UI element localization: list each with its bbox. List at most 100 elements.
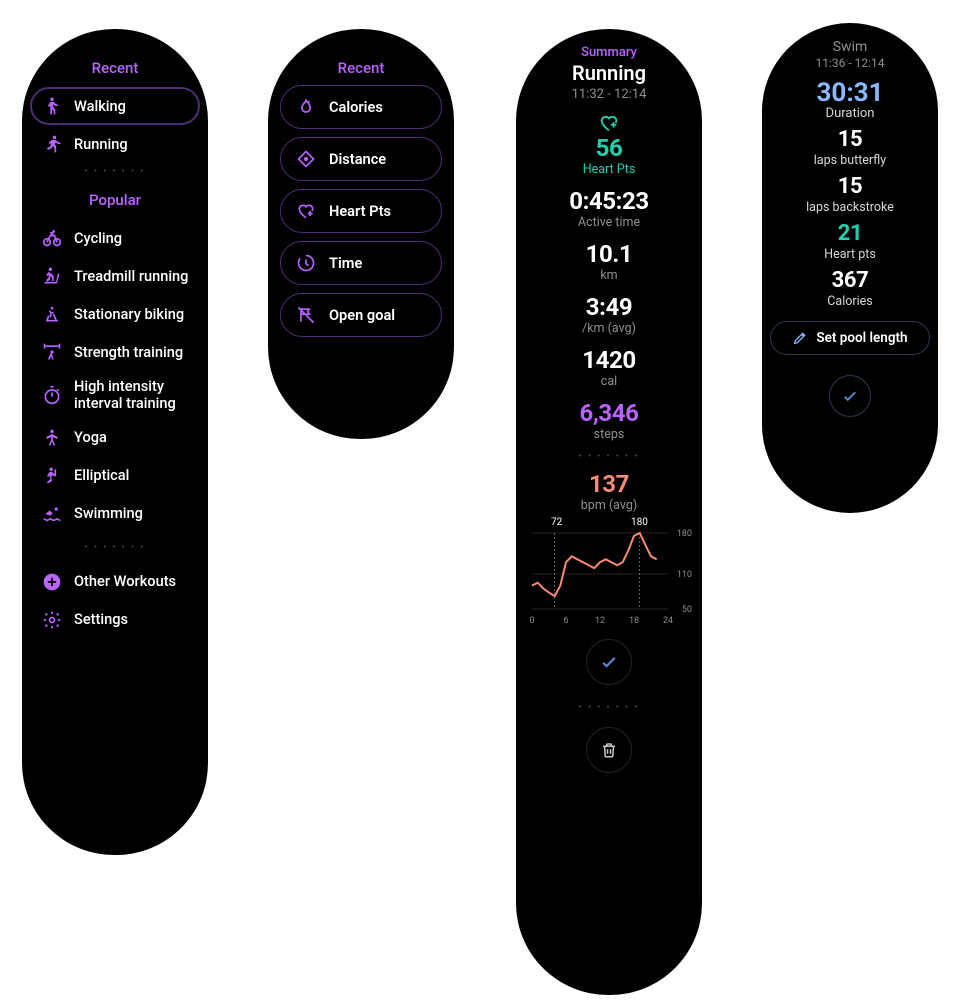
goal-chip-calories[interactable]: Calories	[280, 85, 442, 129]
activity-label: Swimming	[74, 505, 190, 522]
activity-picker-band: Recent Walking Running • • • • • • • Pop…	[22, 29, 208, 855]
activity-item-treadmill[interactable]: Treadmill running	[22, 257, 208, 295]
stat-label: bpm (avg)	[516, 498, 702, 513]
goal-picker-band: Recent Calories Distance Heart Pts Time …	[268, 29, 454, 439]
heart-pts-icon	[516, 112, 702, 134]
goal-chip-heartpts[interactable]: Heart Pts	[280, 189, 442, 233]
chart-max-label: 180	[631, 517, 648, 528]
activity-label: Walking	[74, 98, 190, 115]
stat-label: cal	[516, 374, 702, 389]
activity-item-strength[interactable]: Strength training	[22, 333, 208, 371]
set-pool-length-label: Set pool length	[816, 331, 907, 346]
summary-label: Summary	[516, 45, 702, 60]
stat-value: 1420	[516, 348, 702, 372]
duration-label: Duration	[762, 106, 938, 121]
goal-label: Open goal	[329, 306, 395, 324]
stat-value: 15	[762, 129, 938, 151]
goal-label: Heart Pts	[329, 202, 391, 220]
activity-item-yoga[interactable]: Yoga	[22, 419, 208, 457]
stat-heart-pts: 21 Heart pts	[762, 223, 938, 262]
goal-chip-open[interactable]: Open goal	[280, 293, 442, 337]
stat-value: 15	[762, 176, 938, 198]
settings-button[interactable]: Settings	[22, 601, 208, 639]
recent-header: Recent	[268, 59, 454, 77]
stationary-bike-icon	[40, 302, 64, 326]
walking-icon	[40, 94, 64, 118]
pencil-icon	[792, 330, 808, 346]
running-icon	[40, 132, 64, 156]
activity-item-hiit[interactable]: High intensity interval training	[22, 371, 208, 419]
divider-dots: • • • • • • •	[516, 452, 702, 462]
svg-text:18: 18	[629, 616, 639, 625]
time-range: 11:32 - 12:14	[516, 87, 702, 102]
recent-header: Recent	[22, 59, 208, 77]
activity-label: Yoga	[74, 429, 190, 446]
popular-header: Popular	[22, 191, 208, 209]
swim-summary-band: Swim 11:36 - 12:14 30:31 Duration 15 lap…	[762, 23, 938, 513]
activity-item-walking[interactable]: Walking	[30, 87, 200, 125]
stat-label: km	[516, 268, 702, 283]
delete-button[interactable]	[586, 727, 632, 773]
flag-off-icon	[295, 304, 317, 326]
stat-label: Active time	[516, 215, 702, 230]
activity-item-swimming[interactable]: Swimming	[22, 495, 208, 533]
stat-pace: 3:49 /km (avg)	[516, 295, 702, 336]
settings-label: Settings	[74, 611, 190, 628]
time-range: 11:36 - 12:14	[762, 56, 938, 70]
stat-active-time: 0:45:23 Active time	[516, 189, 702, 230]
cycling-icon	[40, 226, 64, 250]
running-summary-band: Summary Running 11:32 - 12:14 56 Heart P…	[516, 29, 702, 995]
activity-item-running[interactable]: Running	[22, 125, 208, 163]
stat-label: laps butterfly	[762, 153, 938, 168]
svg-text:6: 6	[563, 616, 568, 625]
stat-label: Heart Pts	[516, 162, 702, 177]
activity-item-elliptical[interactable]: Elliptical	[22, 457, 208, 495]
divider-dots: • • • • • • •	[516, 703, 702, 713]
stat-calories: 367 Calories	[762, 270, 938, 309]
other-workouts-label: Other Workouts	[74, 573, 190, 590]
stat-label: steps	[516, 427, 702, 442]
activity-item-cycling[interactable]: Cycling	[22, 219, 208, 257]
stat-heart-pts: 56 Heart Pts	[516, 136, 702, 177]
divider-dots: • • • • • • •	[22, 543, 208, 553]
check-icon	[599, 652, 619, 672]
stat-label: /km (avg)	[516, 321, 702, 336]
activity-label: High intensity interval training	[74, 378, 190, 412]
gear-icon	[40, 608, 64, 632]
svg-text:24: 24	[663, 616, 673, 625]
stat-value: 137	[516, 472, 702, 496]
goal-label: Distance	[329, 150, 386, 168]
svg-text:50: 50	[682, 605, 692, 615]
stat-label: Calories	[762, 294, 938, 309]
activity-item-stationary-bike[interactable]: Stationary biking	[22, 295, 208, 333]
confirm-button[interactable]	[586, 639, 632, 685]
activity-label: Running	[74, 136, 190, 153]
goal-chip-time[interactable]: Time	[280, 241, 442, 285]
goal-chip-distance[interactable]: Distance	[280, 137, 442, 181]
activity-label: Elliptical	[74, 467, 190, 484]
stat-steps: 6,346 steps	[516, 401, 702, 442]
flame-icon	[295, 96, 317, 118]
treadmill-icon	[40, 264, 64, 288]
duration-value: 30:31	[762, 78, 938, 108]
goal-label: Time	[329, 254, 362, 272]
stat-value: 0:45:23	[516, 189, 702, 213]
stopwatch-icon	[40, 383, 64, 407]
swimming-icon	[40, 502, 64, 526]
stat-bpm: 137 bpm (avg)	[516, 472, 702, 513]
stat-value: 3:49	[516, 295, 702, 319]
svg-text:12: 12	[595, 616, 605, 625]
trash-icon	[600, 741, 618, 759]
elliptical-icon	[40, 464, 64, 488]
activity-label: Stationary biking	[74, 306, 190, 323]
stat-value: 21	[762, 223, 938, 245]
stat-label: Heart pts	[762, 247, 938, 262]
activity-title: Running	[516, 61, 702, 85]
svg-text:0: 0	[529, 616, 534, 625]
set-pool-length-button[interactable]: Set pool length	[770, 321, 930, 355]
stat-value: 367	[762, 270, 938, 292]
distance-icon	[295, 148, 317, 170]
confirm-button[interactable]	[829, 375, 871, 417]
other-workouts-button[interactable]: Other Workouts	[22, 563, 208, 601]
yoga-icon	[40, 426, 64, 450]
